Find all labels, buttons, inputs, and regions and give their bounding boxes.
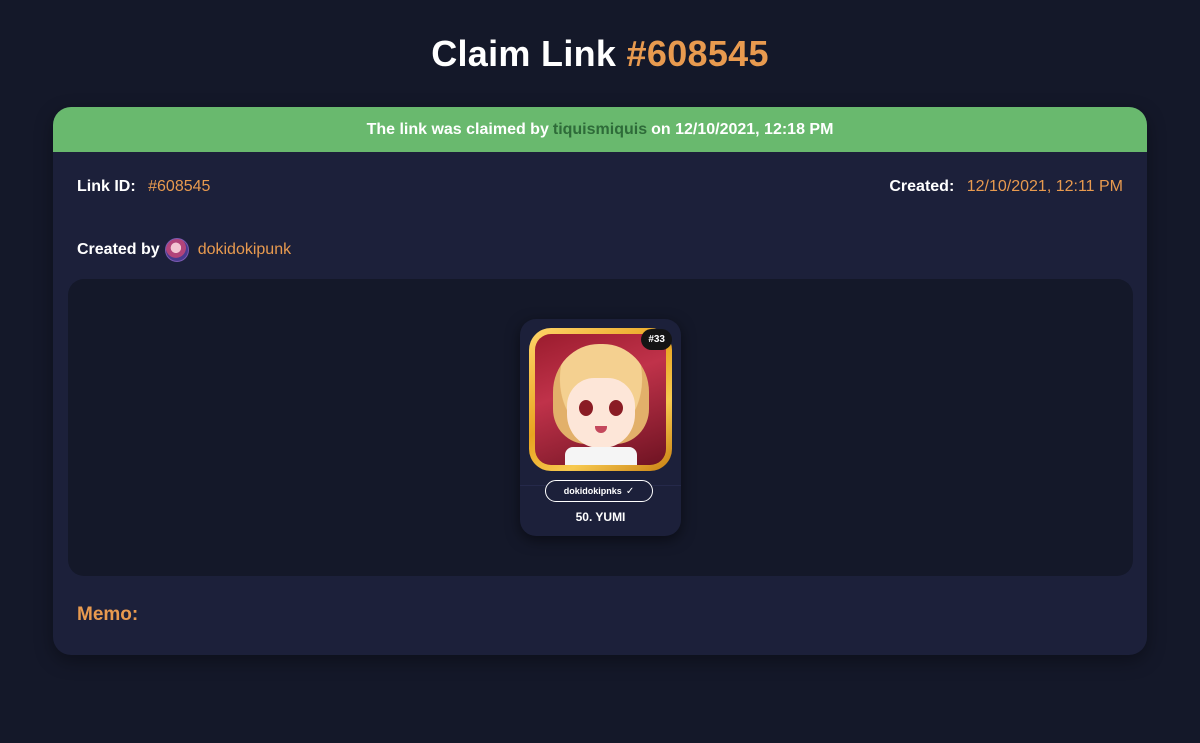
page-title-id: #608545 xyxy=(626,33,769,74)
collection-name: dokidokipnks xyxy=(563,486,622,496)
link-details-row: Link ID: #608545 Created: 12/10/2021, 12… xyxy=(77,178,1123,196)
nft-showcase: #33 dokidokipnks ✓ 50. YUMI xyxy=(68,279,1133,576)
collection-badge[interactable]: dokidokipnks ✓ xyxy=(545,480,653,502)
verified-check-icon: ✓ xyxy=(625,485,635,497)
creator-avatar[interactable] xyxy=(164,238,189,262)
claimer-link[interactable]: tiquismiquis xyxy=(553,121,647,139)
claim-status-banner: The link was claimed by tiquismiquis on … xyxy=(53,107,1147,152)
link-id-label: Link ID: xyxy=(77,178,136,195)
banner-text-before: The link was claimed by xyxy=(366,120,549,138)
creator-link[interactable]: dokidokipunk xyxy=(198,241,291,259)
page-title: Claim Link #608545 xyxy=(0,33,1200,75)
created-label: Created: xyxy=(889,178,955,195)
link-id-value: #608545 xyxy=(148,178,211,195)
created-by: Created by dokidokipunk xyxy=(77,238,291,262)
nft-name: 50. YUMI xyxy=(575,510,626,524)
nft-card[interactable]: #33 dokidokipnks ✓ 50. YUMI xyxy=(520,319,681,536)
banner-text-after: on 12/10/2021, 12:18 PM xyxy=(651,120,834,138)
created-by-label: Created by xyxy=(77,241,160,258)
nft-number-badge: #33 xyxy=(641,329,672,350)
claim-card: The link was claimed by tiquismiquis on … xyxy=(53,107,1147,655)
created-value: 12/10/2021, 12:11 PM xyxy=(966,178,1123,195)
link-id: Link ID: #608545 xyxy=(77,178,210,196)
created-date: Created: 12/10/2021, 12:11 PM xyxy=(889,178,1123,196)
page-title-text: Claim Link xyxy=(431,33,617,74)
memo-label: Memo: xyxy=(77,604,139,625)
